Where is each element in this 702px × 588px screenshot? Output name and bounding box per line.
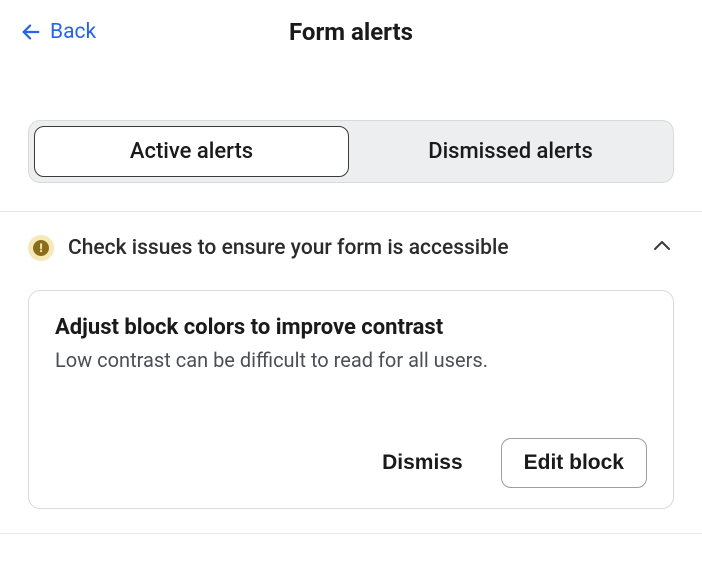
alerts-list: Adjust block colors to improve contrast …	[0, 284, 702, 533]
tabs: Active alerts Dismissed alerts	[28, 120, 674, 183]
alert-icon: !	[28, 235, 54, 261]
section-title: Check issues to ensure your form is acce…	[68, 236, 636, 260]
dismiss-button[interactable]: Dismiss	[376, 441, 469, 485]
chevron-up-icon	[650, 234, 674, 262]
back-label: Back	[50, 20, 96, 44]
alert-description: Low contrast can be difficult to read fo…	[55, 346, 647, 374]
header: Back Form alerts	[0, 0, 702, 64]
tab-active-alerts[interactable]: Active alerts	[34, 126, 349, 177]
page-title: Form alerts	[289, 18, 413, 46]
tabs-container: Active alerts Dismissed alerts	[0, 64, 702, 211]
back-button[interactable]: Back	[20, 20, 96, 44]
alert-card: Adjust block colors to improve contrast …	[28, 290, 674, 509]
alert-actions: Dismiss Edit block	[55, 438, 647, 488]
divider	[0, 533, 702, 534]
alert-title: Adjust block colors to improve contrast	[55, 315, 647, 340]
arrow-left-icon	[20, 21, 42, 43]
edit-block-button[interactable]: Edit block	[501, 438, 647, 488]
tab-dismissed-alerts[interactable]: Dismissed alerts	[353, 126, 668, 177]
section-header[interactable]: ! Check issues to ensure your form is ac…	[0, 212, 702, 284]
